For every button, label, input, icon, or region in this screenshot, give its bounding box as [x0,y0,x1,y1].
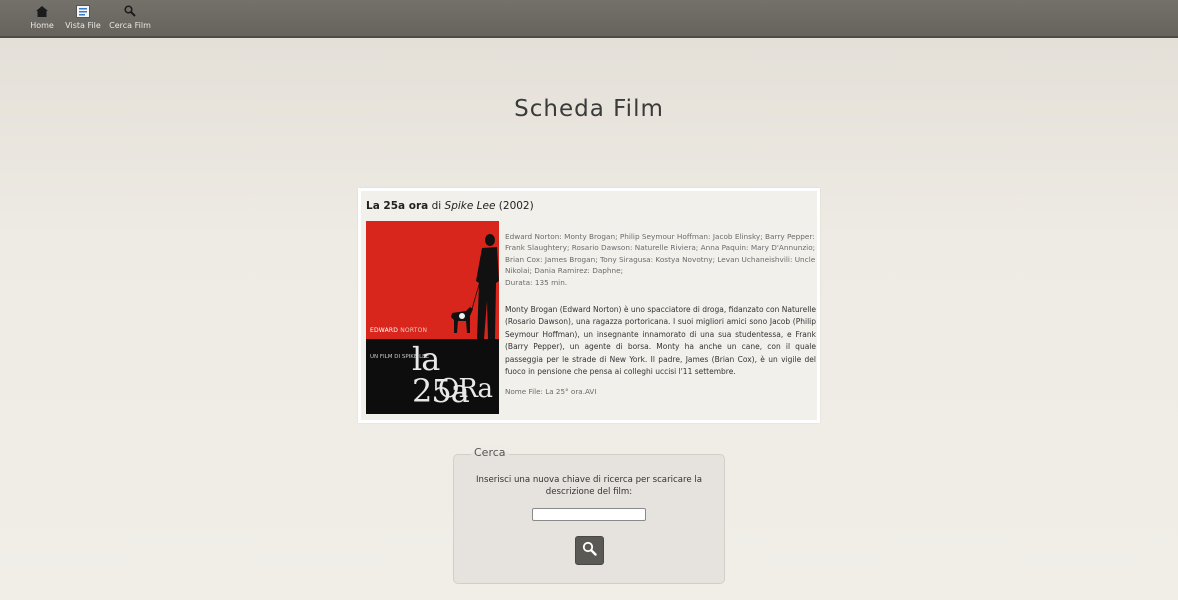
search-button[interactable] [575,536,604,565]
film-heading: La 25a ora di Spike Lee (2002) [366,200,534,212]
film-cast: Edward Norton: Monty Brogan; Philip Seym… [505,232,816,276]
nav-vista-file[interactable]: Vista File [65,3,101,33]
nav-cerca-film-label: Cerca Film [109,21,151,30]
search-description: Inserisci una nuova chiave di ricerca pe… [475,475,703,497]
poster-actor-credit: EDWARD NORTON [370,327,427,334]
film-poster: EDWARD NORTON UN FILM DI SPIKE LEE la 25… [366,221,499,414]
film-duration: Durata: 135 min. [505,277,568,287]
poster-figure-silhouette [451,234,499,339]
film-by: di [431,200,442,212]
home-icon [36,3,48,19]
nav-home-label: Home [30,21,54,30]
poster-red-panel [366,221,499,339]
search-legend: Cerca [471,446,509,459]
file-list-icon [76,3,90,19]
film-plot: Monty Brogan (Edward Norton) è uno spacc… [505,305,816,377]
poster-actor-last: NORTON [400,327,428,334]
film-director: Spike Lee [444,200,496,212]
search-icon [582,541,597,560]
poster-actor-first: EDWARD [370,327,399,334]
top-toolbar: Home Vista File Cerca Film [0,0,1178,38]
page-title: Scheda Film [514,96,664,122]
film-year: (2002) [498,200,534,212]
poster-title-line2: ORa [438,374,493,404]
film-title: La 25a ora [366,200,429,212]
search-icon [124,3,136,19]
film-filename: Nome File: La 25° ora.AVI [505,387,597,396]
search-input[interactable] [532,508,646,521]
nav-vista-file-label: Vista File [65,21,101,30]
film-card: La 25a ora di Spike Lee (2002) EDWARD NO… [358,188,820,423]
nav-home[interactable]: Home [30,3,54,33]
film-cast-block: Edward Norton: Monty Brogan; Philip Seym… [505,231,817,288]
nav-cerca-film[interactable]: Cerca Film [109,3,151,33]
